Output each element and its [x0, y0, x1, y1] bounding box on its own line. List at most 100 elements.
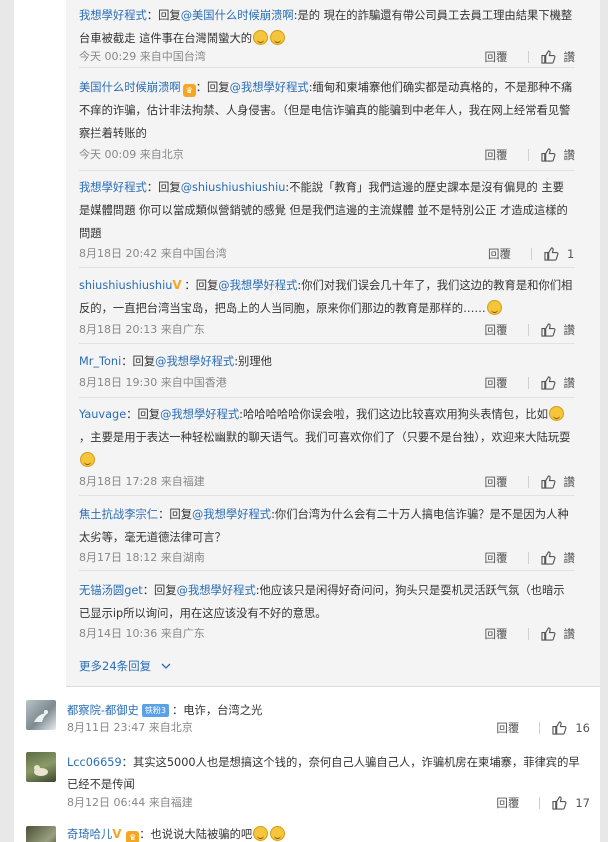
- mention-link[interactable]: @我想學好程式: [218, 279, 297, 292]
- reply-text: Mr_Toni：回复@我想學好程式:别理他: [79, 350, 575, 373]
- like-button[interactable]: 讚: [540, 319, 576, 341]
- reply-text: 我想學好程式：回复@美国什么时候崩溃啊:是的 現在的詐騙還有帶公司員工去員工理由…: [79, 4, 575, 50]
- laugh-emoji-icon: [270, 30, 286, 45]
- like-button[interactable]: 讚: [540, 623, 575, 645]
- like-button[interactable]: 16: [552, 717, 590, 739]
- reply-timestamp: 8月18日 17:28 来自福建: [79, 475, 205, 488]
- comment-body: ：也说说大陆被骗的吧: [139, 828, 253, 841]
- divider: [531, 248, 532, 260]
- reply-prefix: ：回复: [146, 181, 181, 194]
- bird-avatar-icon: [34, 710, 48, 722]
- reply-button[interactable]: 回覆: [485, 471, 508, 493]
- like-label: 讚: [563, 475, 576, 489]
- comment-page: 我想學好程式：回复@美国什么时候崩溃啊:是的 現在的詐騙還有帶公司員工去員工理由…: [0, 0, 608, 842]
- reply-button[interactable]: 回覆: [496, 792, 519, 814]
- comment-author[interactable]: Lcc06659: [67, 756, 122, 769]
- avatar[interactable]: [26, 826, 56, 842]
- reply-timestamp: 今天 00:29 来自中国台湾: [79, 50, 206, 63]
- avatar[interactable]: [26, 700, 56, 730]
- grin-emoji-icon: [270, 826, 286, 841]
- divider: [527, 324, 529, 336]
- mention-link[interactable]: @美国什么时候崩溃啊: [181, 9, 294, 22]
- reply-timestamp: 8月18日 19:30 来自中国香港: [79, 376, 227, 389]
- like-label: 讚: [563, 50, 576, 64]
- reply-author[interactable]: shiushiushiushiu: [79, 279, 172, 292]
- divider: [527, 377, 529, 389]
- reply-button[interactable]: 回覆: [485, 144, 508, 166]
- divider: [527, 149, 529, 161]
- reply-button[interactable]: 回覆: [485, 46, 508, 68]
- fan-level-badge: 铁粉3: [141, 704, 169, 717]
- verified-v-icon: V: [112, 827, 122, 841]
- reply-body: :别理他: [234, 355, 272, 368]
- like-button[interactable]: 1: [544, 243, 575, 265]
- reply-author[interactable]: 无锚汤圆get: [79, 584, 143, 597]
- reply-button[interactable]: 回覆: [488, 243, 511, 265]
- reply-prefix: ：回复: [158, 508, 192, 521]
- mention-link[interactable]: @我想學好程式: [155, 355, 234, 368]
- reply-item: shiushiushiushiuV ：回复@我想學好程式:你们对我们误会几十年了，…: [79, 274, 575, 344]
- divider: [527, 51, 529, 63]
- reply-author[interactable]: Yauvage: [79, 408, 126, 421]
- reply-author[interactable]: 我想學好程式: [79, 9, 147, 22]
- thumbs-up-icon: [540, 475, 555, 489]
- reply-button[interactable]: 回覆: [485, 319, 508, 341]
- like-button[interactable]: 讚: [540, 547, 575, 569]
- reply-timestamp: 8月18日 20:13 来自广东: [79, 323, 205, 336]
- reply-button[interactable]: 回覆: [496, 717, 519, 739]
- comment-item: Lcc06659：其实这5000人也是想搞这个钱的，奈何自己人骗自己人，诈骗机房…: [26, 752, 590, 818]
- reply-author[interactable]: 美国什么时候崩溃啊: [79, 81, 181, 94]
- reply-item: Mr_Toni：回复@我想學好程式:别理他 8月18日 19:30 来自中国香港…: [79, 350, 575, 398]
- avatar[interactable]: [26, 752, 56, 782]
- reply-author[interactable]: Mr_Toni: [79, 355, 121, 368]
- mention-link[interactable]: @shiushiushiushiu: [181, 181, 286, 194]
- reply-prefix: ：回复: [195, 81, 230, 94]
- thumbs-up-icon: [540, 627, 555, 641]
- more-replies-link[interactable]: 更多24条回复: [79, 658, 171, 674]
- thumbs-up-icon: [552, 796, 567, 810]
- comment-author[interactable]: 奇琦哈儿: [67, 828, 112, 841]
- reply-timestamp: 今天 00:09 来自北京: [79, 148, 184, 161]
- reply-prefix: ：回复: [146, 9, 181, 22]
- comment-item: 奇琦哈儿V ♛ ：也说说大陆被骗的吧: [26, 826, 590, 842]
- chevron-down-icon: [161, 663, 171, 669]
- thumbs-up-icon: [540, 148, 555, 162]
- reply-prefix: ：回复: [121, 355, 156, 368]
- reply-author[interactable]: 我想學好程式: [79, 181, 147, 194]
- thumbs-up-icon: [544, 247, 559, 261]
- thumbs-up-icon: [540, 376, 555, 390]
- reply-author[interactable]: 焦土抗战李宗仁: [79, 508, 158, 521]
- mention-link[interactable]: @我想學好程式: [160, 408, 239, 421]
- left-gutter: [0, 0, 14, 842]
- like-count: 17: [575, 796, 590, 810]
- thumbs-up-icon: [540, 551, 555, 565]
- reply-button[interactable]: 回覆: [485, 547, 508, 569]
- like-label: 讚: [563, 148, 576, 162]
- reply-item: Yauvage：回复@我想學好程式:哈哈哈哈哈你误会啦，我们这边比较喜欢用狗头表…: [79, 403, 575, 496]
- divider: [66, 686, 600, 687]
- comment-author[interactable]: 都察院-都御史: [67, 704, 139, 717]
- mention-link[interactable]: @我想學好程式: [230, 81, 309, 94]
- mention-link[interactable]: @我想學好程式: [177, 584, 256, 597]
- like-button[interactable]: 讚: [540, 144, 576, 166]
- reply-text: 焦土抗战李宗仁：回复@我想學好程式:你们台湾为什么会有二十万人搞电信诈骗？是不是…: [79, 503, 575, 549]
- reply-body: ，主要是用于表达一种轻松幽默的聊天语气。我们可喜欢你们了（只要不是台独），欢迎来…: [79, 431, 571, 444]
- like-button[interactable]: 讚: [540, 471, 576, 493]
- mention-link[interactable]: @我想學好程式: [192, 508, 271, 521]
- like-button[interactable]: 讚: [540, 372, 575, 394]
- divider: [539, 722, 541, 734]
- vip-badge-icon: ♛: [126, 831, 140, 842]
- like-label: 讚: [563, 323, 576, 337]
- reply-button[interactable]: 回覆: [485, 372, 508, 394]
- comment-timestamp: 8月12日 06:44 来自福建: [67, 796, 193, 809]
- comment-text: Lcc06659：其实这5000人也是想搞这个钱的，奈何自己人骗自己人，诈骗机房…: [67, 752, 590, 796]
- divider: [527, 476, 529, 488]
- reply-text: Yauvage：回复@我想學好程式:哈哈哈哈哈你误会啦，我们这边比较喜欢用狗头表…: [79, 403, 575, 472]
- like-button[interactable]: 讚: [540, 46, 576, 68]
- comment-body: ：电诈，台湾之光: [171, 704, 263, 717]
- reply-button[interactable]: 回覆: [485, 623, 508, 645]
- reply-prefix: ：回复: [142, 584, 177, 597]
- like-button[interactable]: 17: [552, 792, 590, 814]
- divider: [527, 552, 529, 564]
- vip-badge-icon: ♛: [182, 84, 196, 97]
